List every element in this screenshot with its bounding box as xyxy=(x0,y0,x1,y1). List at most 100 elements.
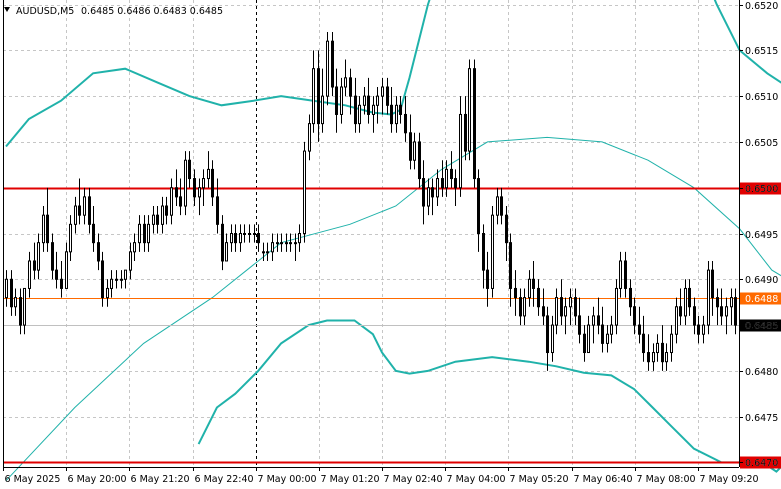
symbol-label: AUDUSD,M5 xyxy=(16,6,74,17)
candle-body xyxy=(496,196,499,216)
candle-body xyxy=(551,324,554,354)
candle-body xyxy=(133,242,136,253)
candle-body xyxy=(509,242,512,289)
candle-body xyxy=(546,315,549,354)
candle-body xyxy=(422,178,425,207)
candle-body xyxy=(46,214,49,244)
candle-body xyxy=(633,306,636,326)
candle-body xyxy=(684,287,687,317)
candle-body xyxy=(97,242,100,262)
x-tick-label: 7 May 02:40 xyxy=(384,474,443,485)
candle-body xyxy=(459,113,462,189)
x-tick-label: 7 May 01:20 xyxy=(321,474,380,485)
candle xyxy=(303,141,306,243)
candle-body xyxy=(106,287,109,299)
y-tick-label: 0.6515 xyxy=(745,46,778,57)
candle-body xyxy=(601,324,604,344)
candle-body xyxy=(165,205,168,216)
candle-body xyxy=(115,278,118,281)
candle-body xyxy=(42,214,45,244)
candle-body xyxy=(363,95,366,106)
candle-body xyxy=(427,187,430,207)
candle-body xyxy=(65,251,68,289)
candle-body xyxy=(156,214,159,225)
x-tick-label: 7 May 09:20 xyxy=(700,474,759,485)
candle-body xyxy=(707,269,710,326)
candle-body xyxy=(514,287,517,299)
x-tick-label: 6 May 20:00 xyxy=(68,474,127,485)
candle-body xyxy=(349,77,352,97)
chart-background xyxy=(0,0,781,489)
candle-body xyxy=(335,86,338,115)
candle-body xyxy=(615,287,618,326)
candle-body xyxy=(413,141,416,161)
candle-body xyxy=(10,278,13,308)
candle-body xyxy=(468,68,471,152)
candle-body xyxy=(730,297,733,308)
candle-body xyxy=(665,352,668,363)
candle-body xyxy=(491,214,494,289)
candle-body xyxy=(555,297,558,326)
candle-body xyxy=(606,333,609,344)
candle-body xyxy=(5,278,8,299)
candle-body xyxy=(376,95,379,106)
candle-body xyxy=(670,333,673,354)
candle-body xyxy=(610,324,613,335)
y-tick-label: 0.6505 xyxy=(745,138,778,149)
candle-body xyxy=(248,233,251,235)
candle-body xyxy=(537,287,540,308)
y-tick-label: 0.6470 xyxy=(745,458,778,469)
candle-body xyxy=(725,306,728,317)
candle-body xyxy=(354,95,357,125)
candle-body xyxy=(28,260,31,289)
candle-body xyxy=(587,324,590,354)
candle-body xyxy=(175,187,178,198)
candle-body xyxy=(138,223,141,244)
candle-body xyxy=(193,178,196,198)
y-tick-label: 0.6520 xyxy=(745,1,778,12)
candle-body xyxy=(303,150,306,235)
candle-body xyxy=(711,269,714,299)
candle-body xyxy=(486,269,489,289)
candle-body xyxy=(211,168,214,198)
price-chart[interactable]: 0.6500 0.6488 0.6470 0.6485 0.6520 0.6515 0.6… xyxy=(0,0,781,489)
candle-body xyxy=(331,40,334,88)
candle-body xyxy=(560,297,563,317)
candle-body xyxy=(83,196,86,216)
y-tick-label: 0.6480 xyxy=(745,367,778,378)
candle-body xyxy=(271,242,274,253)
candle xyxy=(331,32,334,97)
candle xyxy=(473,59,476,188)
y-tick-label: 0.6490 xyxy=(745,275,778,286)
x-tick-label: 7 May 00:00 xyxy=(258,474,317,485)
candle-body xyxy=(143,223,146,244)
candle-body xyxy=(592,315,595,326)
candle-body xyxy=(583,333,586,354)
candle-body xyxy=(519,297,522,317)
candle-body xyxy=(482,233,485,271)
candle-body xyxy=(418,141,421,180)
candle-body xyxy=(147,223,150,244)
candle-body xyxy=(88,196,91,225)
candle-body xyxy=(239,233,242,244)
x-tick-label: 7 May 04:00 xyxy=(447,474,506,485)
candle-body xyxy=(225,242,228,262)
candle-body xyxy=(179,196,182,207)
candle-body xyxy=(679,306,682,317)
ohlc-readout: 0.6485 0.6486 0.6483 0.6485 xyxy=(81,6,223,17)
candle-body xyxy=(234,233,237,244)
candle-body xyxy=(436,178,439,198)
candle-body xyxy=(716,297,719,308)
candle-body xyxy=(308,123,311,152)
x-tick-label: 6 May 2025 xyxy=(5,474,61,485)
candle-body xyxy=(500,196,503,216)
candle-body xyxy=(574,297,577,317)
candle-body xyxy=(542,306,545,317)
candle-body xyxy=(33,260,36,271)
candle-body xyxy=(528,278,531,299)
level-tag-label: 0.6488 xyxy=(745,294,778,305)
candle xyxy=(326,32,329,106)
candle-body xyxy=(253,233,256,235)
candle-body xyxy=(37,242,40,271)
candle-body xyxy=(321,95,324,125)
